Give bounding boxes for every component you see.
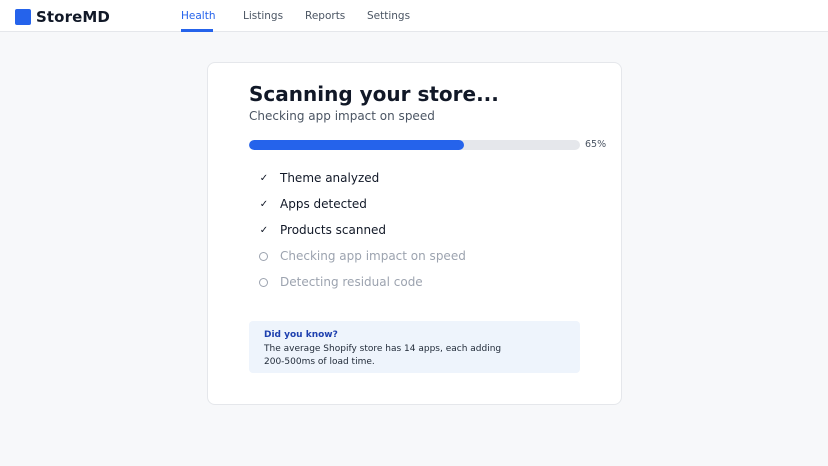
progress-bar — [249, 140, 580, 150]
step-label: Detecting residual code — [280, 275, 423, 289]
step-apps-detected: ✓ Apps detected — [257, 195, 367, 213]
circle-icon — [259, 251, 268, 261]
scan-card: Scanning your store... Checking app impa… — [207, 62, 622, 405]
page-title: Scanning your store... — [249, 82, 499, 106]
progress-bar-fill — [249, 140, 465, 150]
progress-percent: 65% — [585, 139, 607, 150]
tab-settings[interactable]: Settings — [367, 0, 410, 32]
tab-reports[interactable]: Reports — [305, 0, 345, 32]
app-logo[interactable]: StoreMD — [15, 8, 110, 26]
tab-health[interactable]: Health — [181, 0, 215, 32]
check-icon: ✓ — [259, 172, 269, 184]
circle-icon — [259, 277, 268, 287]
step-label: Products scanned — [280, 223, 387, 237]
tab-listings[interactable]: Listings — [243, 0, 283, 32]
tip-title: Did you know? — [264, 330, 338, 340]
step-checking-app-impact: Checking app impact on speed — [257, 247, 466, 265]
app-name: StoreMD — [36, 8, 110, 26]
step-detecting-residual-code: Detecting residual code — [257, 273, 423, 291]
step-label: Apps detected — [280, 197, 367, 211]
check-icon: ✓ — [259, 224, 269, 236]
step-products-scanned: ✓ Products scanned — [257, 221, 386, 239]
tip-box: Did you know? The average Shopify store … — [249, 321, 580, 373]
step-label: Checking app impact on speed — [280, 249, 466, 263]
check-icon: ✓ — [259, 198, 269, 210]
scan-status-text: Checking app impact on speed — [249, 109, 435, 123]
logo-square-icon — [15, 9, 31, 25]
step-theme-analyzed: ✓ Theme analyzed — [257, 169, 379, 187]
step-label: Theme analyzed — [280, 171, 380, 185]
top-bar: StoreMD Health Listings Reports Settings — [0, 0, 828, 32]
tip-body: The average Shopify store has 14 apps, e… — [264, 344, 502, 367]
